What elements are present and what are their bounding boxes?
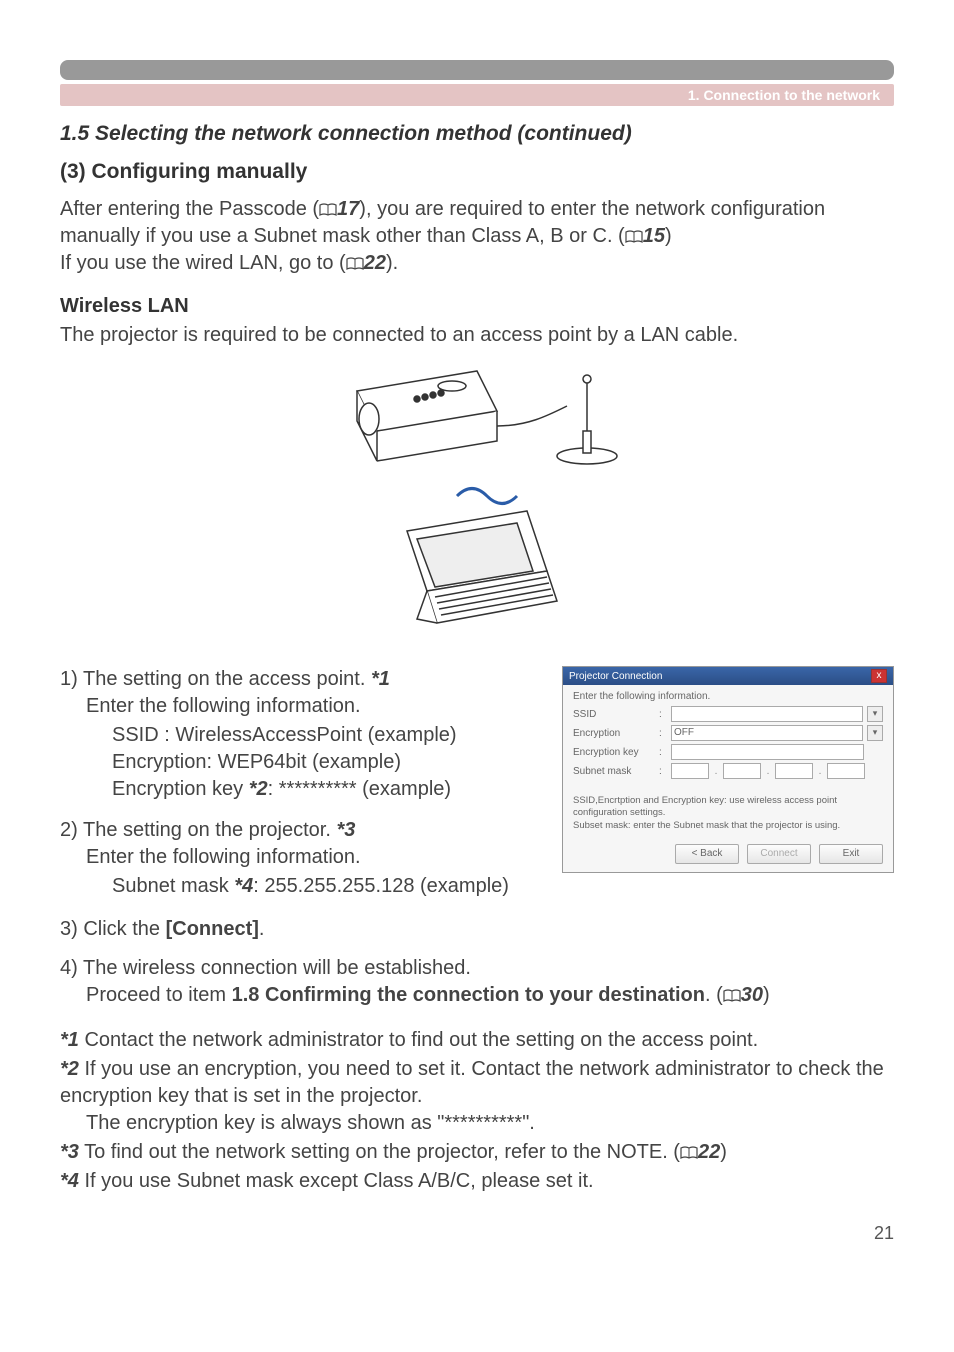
step-2: 2) The setting on the projector. *3 Ente… (60, 817, 542, 871)
subsection-heading: (3) Configuring manually (60, 160, 894, 184)
text: : 255.255.255.128 (example) (253, 875, 509, 897)
text: SSID,Encrtption and Encryption key: use … (573, 795, 837, 818)
footnote-marker: *2 (60, 1058, 79, 1080)
step-1-details: SSID : WirelessAccessPoint (example) Enc… (60, 722, 542, 803)
dialog-note: SSID,Encrtption and Encryption key: use … (573, 795, 883, 832)
page-ref: 15 (643, 225, 665, 247)
connection-diagram (60, 361, 894, 646)
book-icon (346, 257, 364, 271)
footnote-marker: *4 (60, 1170, 79, 1192)
header-accent-bar (60, 60, 894, 80)
intro-paragraph: After entering the Passcode (17), you ar… (60, 196, 894, 277)
text: If you use an encryption, you need to se… (60, 1058, 884, 1107)
page-ref: 17 (337, 198, 359, 220)
dialog-instruction: Enter the following information. (573, 691, 883, 702)
book-icon (319, 203, 337, 217)
subnet-mask-label: Subnet mask (573, 766, 655, 777)
text: 2) The setting on the projector. (60, 819, 336, 841)
encryption-key-label: Encryption key (573, 747, 655, 758)
text: Subset mask: enter the Subnet mask that … (573, 820, 840, 831)
text: ) (720, 1141, 727, 1163)
ssid-input[interactable] (671, 706, 863, 722)
dialog-title: Projector Connection (569, 671, 662, 682)
page-title: 1.5 Selecting the network connection met… (60, 122, 894, 146)
dot-separator: . (765, 766, 771, 777)
connect-button[interactable]: Connect (747, 844, 811, 864)
book-icon (625, 230, 643, 244)
text: ). (386, 252, 398, 274)
dot-separator: . (817, 766, 823, 777)
text: 3) Click the (60, 918, 166, 940)
page-ref: 22 (364, 252, 386, 274)
text: The encryption key is always shown as "*… (60, 1110, 535, 1137)
chevron-down-icon[interactable]: ▾ (867, 706, 883, 722)
dialog-titlebar: Projector Connection x (563, 667, 893, 685)
text: Encryption: WEP64bit (example) (112, 751, 401, 773)
footnote-3: *3 To find out the network setting on th… (60, 1139, 894, 1166)
subnet-octet-1[interactable] (671, 763, 709, 779)
text: ) (763, 984, 770, 1006)
text: 1) The setting on the access point. (60, 668, 371, 690)
step-3: 3) Click the [Connect]. (60, 916, 894, 943)
text: . ( (705, 984, 723, 1006)
book-icon (723, 989, 741, 1003)
text: Enter the following information. (60, 693, 361, 720)
text: . (259, 918, 265, 940)
text: SSID : WirelessAccessPoint (example) (112, 724, 457, 746)
footnote-ref: *4 (234, 875, 253, 897)
exit-button[interactable]: Exit (819, 844, 883, 864)
dialog-screenshot: Projector Connection x Enter the followi… (562, 666, 894, 873)
footnote-ref: *1 (371, 668, 390, 690)
text: ) (665, 225, 672, 247)
footnote-1: *1 Contact the network administrator to … (60, 1027, 894, 1054)
subnet-octet-4[interactable] (827, 763, 865, 779)
footnote-ref: *2 (249, 778, 268, 800)
subnet-octet-3[interactable] (775, 763, 813, 779)
dot-separator: . (713, 766, 719, 777)
footnote-2: *2 If you use an encryption, you need to… (60, 1056, 894, 1137)
ssid-label: SSID (573, 709, 655, 720)
section-ref: 1.8 Confirming the connection to your de… (232, 984, 705, 1006)
text: : ********** (example) (268, 778, 451, 800)
chevron-down-icon[interactable]: ▾ (867, 725, 883, 741)
back-button[interactable]: < Back (675, 844, 739, 864)
text: If you use Subnet mask except Class A/B/… (79, 1170, 594, 1192)
text: If you use the wired LAN, go to ( (60, 252, 346, 274)
wireless-lan-heading: Wireless LAN (60, 295, 894, 318)
page-ref: 30 (741, 984, 763, 1006)
text: To find out the network setting on the p… (79, 1141, 680, 1163)
step-2-details: Subnet mask *4: 255.255.255.128 (example… (60, 873, 542, 900)
text: Contact the network administrator to fin… (79, 1029, 758, 1051)
page-ref: 22 (698, 1141, 720, 1163)
page-number: 21 (60, 1223, 894, 1244)
text: 4) The wireless connection will be estab… (60, 957, 471, 979)
section-bar: 1. Connection to the network (60, 84, 894, 106)
book-icon (680, 1146, 698, 1160)
close-icon[interactable]: x (871, 669, 887, 683)
footnote-marker: *3 (60, 1141, 79, 1163)
footnote-ref: *3 (336, 819, 355, 841)
text: Encryption key (112, 778, 249, 800)
footnote-marker: *1 (60, 1029, 79, 1051)
encryption-label: Encryption (573, 728, 655, 739)
step-1: 1) The setting on the access point. *1 E… (60, 666, 542, 720)
connect-label: [Connect] (166, 918, 259, 940)
text: Proceed to item (86, 984, 232, 1006)
step-4: 4) The wireless connection will be estab… (60, 955, 894, 1009)
footnote-4: *4 If you use Subnet mask except Class A… (60, 1168, 894, 1195)
subnet-octet-2[interactable] (723, 763, 761, 779)
wireless-lan-desc: The projector is required to be connecte… (60, 322, 894, 349)
text: After entering the Passcode ( (60, 198, 319, 220)
encryption-select[interactable]: OFF (671, 725, 863, 741)
text: Enter the following information. (60, 844, 361, 871)
encryption-key-input[interactable] (671, 744, 864, 760)
text: Subnet mask (112, 875, 234, 897)
